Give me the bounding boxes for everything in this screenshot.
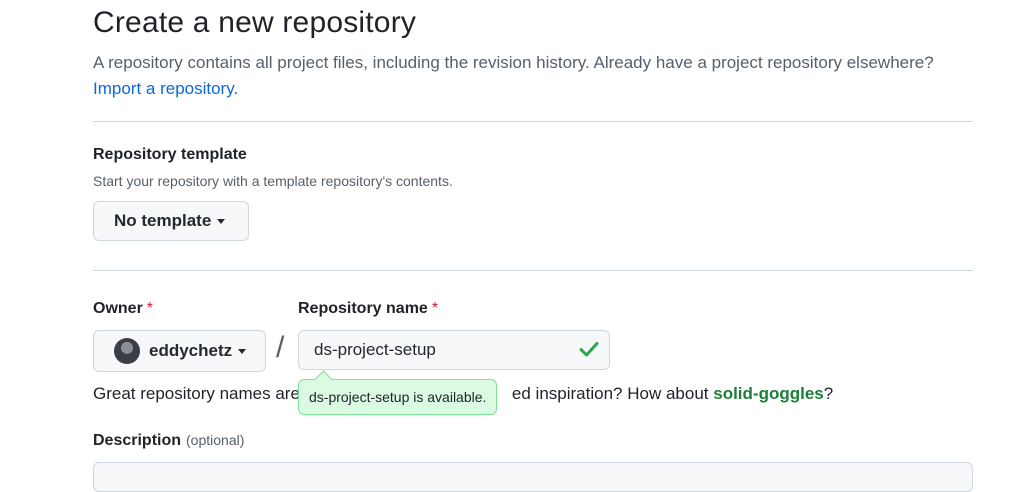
template-dropdown-label: No template bbox=[114, 211, 212, 230]
hint-middle: ed inspiration? How about bbox=[511, 384, 709, 403]
divider bbox=[93, 270, 973, 271]
owner-repo-separator: / bbox=[276, 331, 285, 364]
owner-dropdown[interactable]: eddychetz bbox=[93, 330, 266, 372]
availability-tooltip: ds-project-setup is available. bbox=[298, 379, 498, 415]
hint-prefix: Great repository names are bbox=[93, 384, 300, 403]
chevron-down-icon bbox=[217, 218, 226, 224]
optional-tag: (optional) bbox=[186, 432, 245, 448]
repo-name-label-text: Repository name bbox=[298, 300, 428, 317]
required-mark: * bbox=[431, 300, 439, 317]
import-repository-link[interactable]: Import a repository. bbox=[93, 79, 238, 98]
repo-name-label: Repository name * bbox=[298, 300, 438, 318]
hint-suffix: ? bbox=[823, 384, 834, 403]
description-input[interactable] bbox=[93, 462, 973, 492]
owner-value: eddychetz bbox=[149, 341, 233, 360]
avatar bbox=[114, 338, 140, 364]
template-section-note: Start your repository with a template re… bbox=[93, 173, 453, 189]
owner-label: Owner * bbox=[93, 300, 153, 318]
description-label-text: Description bbox=[93, 432, 182, 449]
repo-name-input[interactable]: ds-project-setup bbox=[298, 330, 610, 370]
required-mark: * bbox=[146, 300, 154, 317]
lead-description: A repository contains all project files,… bbox=[93, 53, 934, 72]
template-section-title: Repository template bbox=[93, 146, 247, 163]
page-title: Create a new repository bbox=[93, 6, 417, 39]
chevron-down-icon bbox=[238, 348, 247, 354]
suggested-name[interactable]: solid-goggles bbox=[713, 384, 824, 403]
description-label: Description (optional) bbox=[93, 432, 244, 450]
availability-text: ds-project-setup is available. bbox=[309, 389, 487, 405]
lead-text: A repository contains all project files,… bbox=[93, 50, 973, 102]
check-icon bbox=[579, 342, 599, 357]
repo-name-value: ds-project-setup bbox=[314, 340, 436, 359]
divider bbox=[93, 121, 973, 122]
template-dropdown[interactable]: No template bbox=[93, 201, 249, 241]
owner-label-text: Owner bbox=[93, 300, 143, 317]
